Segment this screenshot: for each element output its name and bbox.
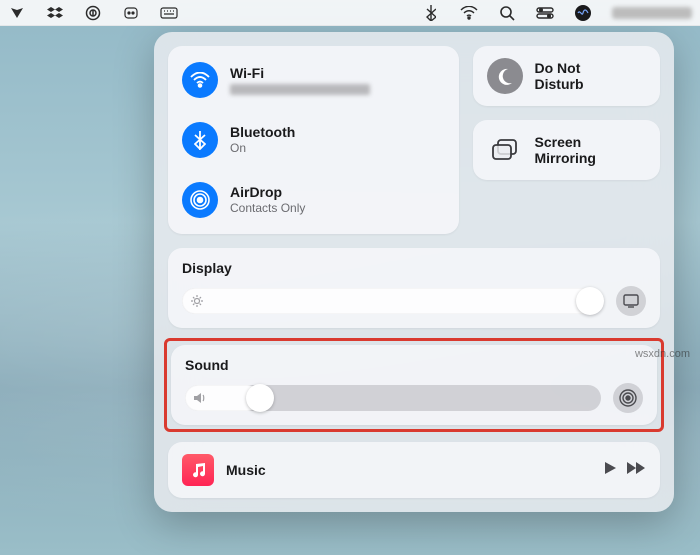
control-center-panel: Wi-Fi Bluetooth On AirDrop [154,32,674,512]
volume-low-icon [193,391,209,405]
wifi-network-redacted [230,84,370,95]
wifi-menubar-icon[interactable] [460,4,478,22]
display-options-button[interactable] [616,286,646,316]
onepassword-icon[interactable] [84,4,102,22]
play-button[interactable] [602,460,618,481]
evernote-icon[interactable] [8,4,26,22]
watermark: wsxdn.com [635,348,690,360]
display-title: Display [182,260,646,276]
next-track-button[interactable] [626,460,646,481]
music-app-icon [182,454,214,486]
bluetooth-label: Bluetooth [230,124,295,141]
wifi-label: Wi-Fi [230,65,370,82]
bluetooth-status: On [230,141,295,155]
discord-icon[interactable] [122,4,140,22]
dropbox-icon[interactable] [46,4,64,22]
moon-icon [487,58,523,94]
airdrop-label: AirDrop [230,184,305,201]
music-label: Music [226,462,266,478]
connectivity-card: Wi-Fi Bluetooth On AirDrop [168,46,459,234]
screen-mirroring-button[interactable]: ScreenMirroring [473,120,661,180]
user-name-redacted [612,7,692,19]
dnd-label-2: Disturb [535,76,584,92]
sound-highlight: Sound [164,338,664,432]
bluetooth-menubar-icon[interactable] [422,4,440,22]
sound-volume-slider[interactable] [185,385,601,411]
wifi-icon [182,62,218,98]
music-card[interactable]: Music [168,442,660,498]
siri-icon[interactable] [574,4,592,22]
sound-output-button[interactable] [613,383,643,413]
display-card: Display [168,248,660,328]
sound-card: Sound [171,345,657,425]
bluetooth-icon [182,122,218,158]
airdrop-toggle[interactable]: AirDrop Contacts Only [182,178,445,222]
wifi-toggle[interactable]: Wi-Fi [182,58,445,102]
airdrop-status: Contacts Only [230,201,305,215]
mirroring-label-2: Mirroring [535,150,596,166]
bluetooth-toggle[interactable]: Bluetooth On [182,118,445,162]
mirroring-icon [487,132,523,168]
airdrop-icon [182,182,218,218]
keyboard-icon[interactable] [160,4,178,22]
menu-bar [0,0,700,26]
do-not-disturb-button[interactable]: Do NotDisturb [473,46,661,106]
search-menubar-icon[interactable] [498,4,516,22]
control-center-menubar-icon[interactable] [536,4,554,22]
mirroring-label-1: Screen [535,134,582,150]
dnd-label-1: Do Not [535,60,581,76]
display-brightness-slider[interactable] [182,288,604,314]
sound-title: Sound [185,357,643,373]
brightness-low-icon [190,294,204,308]
